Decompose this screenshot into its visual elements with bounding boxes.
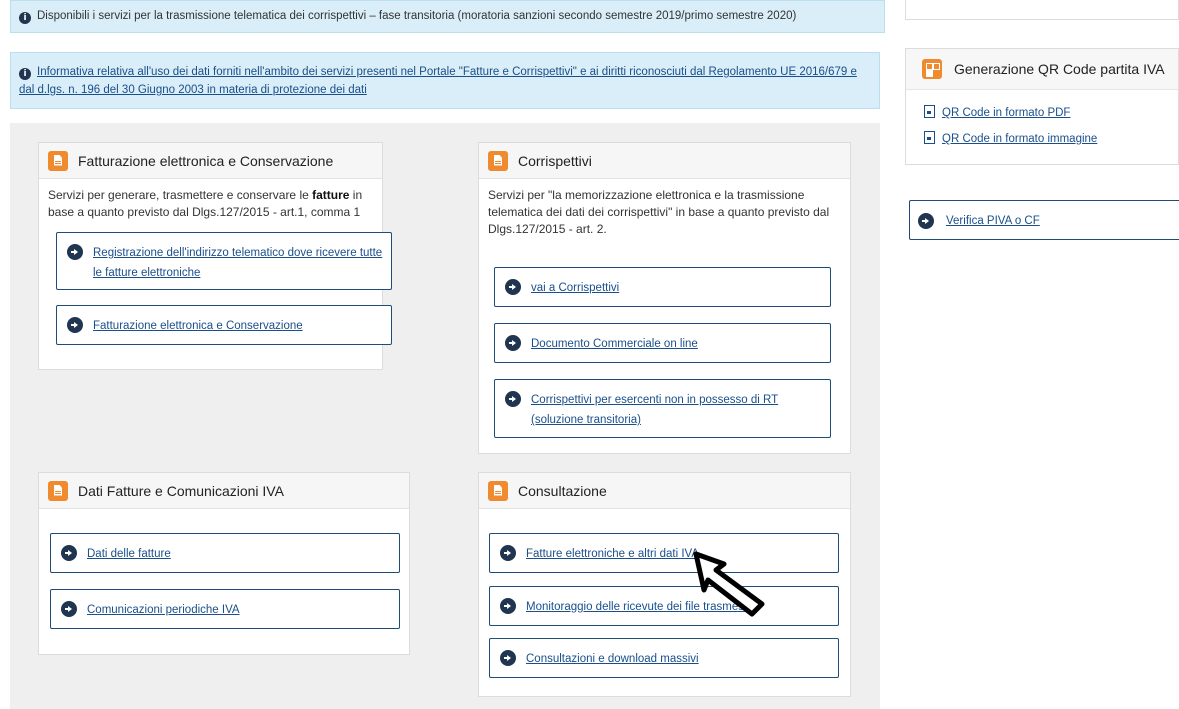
link-label: Comunicazioni periodiche IVA xyxy=(87,604,240,616)
arrow-circle-right-icon xyxy=(505,391,521,407)
link-corrispettivi-esercenti[interactable]: Corrispettivi per esercenti non in posse… xyxy=(494,379,831,438)
alert-text: Disponibili i servizi per la trasmission… xyxy=(37,10,797,22)
link-label: Dati delle fatture xyxy=(87,548,171,560)
qr-header: Generazione QR Code partita IVA xyxy=(906,49,1178,90)
link-label: vai a Corrispettivi xyxy=(531,282,620,294)
cursor-arrow-icon xyxy=(693,551,765,617)
qr-pdf-link[interactable]: QR Code in formato PDF xyxy=(924,105,1070,119)
arrow-circle-right-icon xyxy=(918,213,934,229)
verifica-piva-link[interactable]: Verifica PIVA o CF xyxy=(909,200,1179,240)
panel-description: Servizi per generare, trasmettere e cons… xyxy=(39,179,382,221)
pdf-file-icon xyxy=(924,105,935,118)
arrow-circle-right-icon xyxy=(61,545,77,561)
link-fatture-elettroniche-dati-iva[interactable]: Fatture elettroniche e altri dati IVA xyxy=(489,533,839,573)
document-icon xyxy=(48,480,68,501)
qr-code-icon xyxy=(922,59,942,79)
qr-code-box: Generazione QR Code partita IVA QR Code … xyxy=(905,48,1179,165)
panel-header: Corrispettivi xyxy=(479,143,850,179)
qr-image-link[interactable]: QR Code in formato immagine xyxy=(924,131,1097,145)
link-label: QR Code in formato PDF xyxy=(942,107,1071,119)
panel-title: Consultazione xyxy=(518,482,607,499)
panel-header: Fatturazione elettronica e Conservazione xyxy=(39,143,382,179)
document-icon xyxy=(48,150,68,171)
info-icon: i xyxy=(19,68,31,80)
link-label: Registrazione dell'indirizzo telematico … xyxy=(93,247,383,279)
link-dati-fatture[interactable]: Dati delle fatture xyxy=(50,533,400,573)
panel-title: Corrispettivi xyxy=(518,152,592,169)
link-label: Fatture elettroniche e altri dati IVA xyxy=(526,548,700,560)
link-label: Verifica PIVA o CF xyxy=(946,215,1040,227)
arrow-circle-right-icon xyxy=(67,244,83,260)
info-icon: i xyxy=(19,12,31,24)
link-monitoraggio-ricevute[interactable]: Monitoraggio delle ricevute dei file tra… xyxy=(489,586,839,626)
arrow-circle-right-icon xyxy=(67,317,83,333)
image-file-icon xyxy=(924,131,935,144)
desc-bold: fatture xyxy=(312,188,350,202)
sidebar-box-top xyxy=(905,0,1179,20)
arrow-circle-right-icon xyxy=(505,279,521,295)
panel-title: Fatturazione elettronica e Conservazione xyxy=(78,152,334,169)
link-label: Fatturazione elettronica e Conservazione xyxy=(93,320,303,332)
document-icon xyxy=(488,480,508,501)
arrow-circle-right-icon xyxy=(500,598,516,614)
panel-title: Dati Fatture e Comunicazioni IVA xyxy=(78,482,284,499)
link-fatturazione-conservazione[interactable]: Fatturazione elettronica e Conservazione xyxy=(56,305,392,345)
panel-header: Consultazione xyxy=(479,473,850,509)
info-alert-corrispettivi: i Disponibili i servizi per la trasmissio… xyxy=(10,0,885,33)
privacy-link[interactable]: Informativa relativa all'uso dei dati fo… xyxy=(19,66,857,96)
arrow-circle-right-icon xyxy=(500,545,516,561)
link-label: Consultazioni e download massivi xyxy=(526,653,699,665)
arrow-circle-right-icon xyxy=(61,601,77,617)
link-label: QR Code in formato immagine xyxy=(942,133,1098,145)
arrow-circle-right-icon xyxy=(505,335,521,351)
info-alert-privacy: i Informativa relativa all'uso dei dati f… xyxy=(10,52,880,109)
desc-text: Servizi per generare, trasmettere e cons… xyxy=(48,188,313,202)
qr-title: Generazione QR Code partita IVA xyxy=(954,61,1165,77)
link-label: Corrispettivi per esercenti non in posse… xyxy=(531,394,779,426)
arrow-circle-right-icon xyxy=(500,650,516,666)
link-consultazioni-download[interactable]: Consultazioni e download massivi xyxy=(489,638,839,678)
panel-header: Dati Fatture e Comunicazioni IVA xyxy=(39,473,409,509)
document-icon xyxy=(488,150,508,171)
link-label: Documento Commerciale on line xyxy=(531,338,698,350)
link-registrazione-indirizzo[interactable]: Registrazione dell'indirizzo telematico … xyxy=(56,232,392,290)
link-vai-corrispettivi[interactable]: vai a Corrispettivi xyxy=(494,267,831,307)
link-comunicazioni-iva[interactable]: Comunicazioni periodiche IVA xyxy=(50,589,400,629)
panel-description: Servizi per "la memorizzazione elettroni… xyxy=(488,188,830,236)
link-documento-commerciale[interactable]: Documento Commerciale on line xyxy=(494,323,831,363)
